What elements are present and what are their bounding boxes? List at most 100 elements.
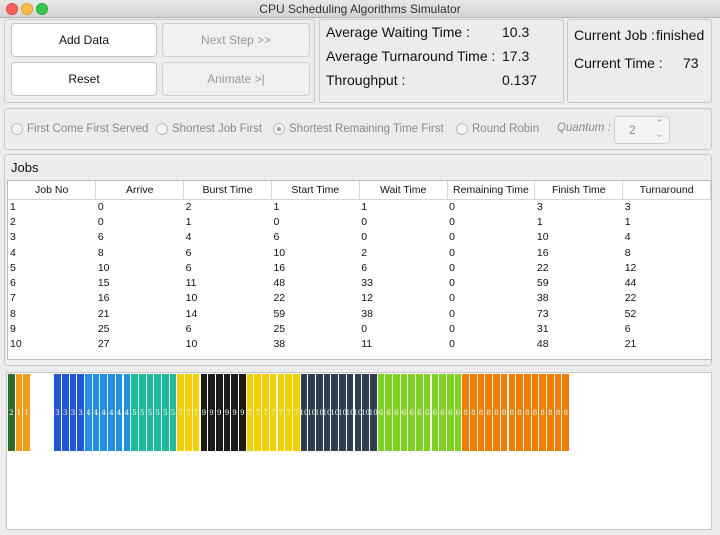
table-cell: 1 bbox=[361, 200, 368, 213]
table-cell: 4 bbox=[10, 246, 16, 259]
jobs-title: Jobs bbox=[11, 160, 39, 175]
quantum-increment-icon[interactable]: ⌃ bbox=[655, 118, 663, 129]
radio-srtf-label: Shortest Remaining Time First bbox=[289, 123, 444, 135]
animate-button[interactable]: Animate >| bbox=[162, 62, 310, 96]
quantum-decrement-icon[interactable]: ⌄ bbox=[655, 129, 663, 140]
table-row[interactable]: 4 8 6 10 2 0 16 8 bbox=[8, 245, 711, 260]
radio-sjf[interactable]: Shortest Job First bbox=[156, 122, 262, 136]
throughput-label: Throughput : bbox=[326, 72, 406, 88]
column-header[interactable]: Start Time bbox=[271, 181, 360, 200]
table-cell: 22 bbox=[536, 261, 549, 274]
column-header[interactable]: Arrive bbox=[95, 181, 185, 200]
gantt-slot-job-10: 10 bbox=[354, 374, 363, 451]
column-header[interactable]: Remaining Time bbox=[447, 181, 536, 200]
gantt-slot-job-4: 4 bbox=[92, 374, 101, 451]
gantt-slot-job-7: 7 bbox=[292, 374, 301, 451]
table-row[interactable]: 7 16 10 22 12 0 38 22 bbox=[8, 291, 711, 306]
gantt-slot-job-4: 4 bbox=[85, 374, 93, 451]
table-cell: 0 bbox=[449, 231, 455, 244]
table-cell: 52 bbox=[624, 307, 637, 320]
gantt-slot-job-1: 1 bbox=[23, 374, 32, 451]
table-row[interactable]: 3 6 4 6 0 0 10 4 bbox=[8, 230, 711, 245]
table-cell: 0 bbox=[449, 200, 455, 213]
table-cell: 59 bbox=[536, 277, 549, 290]
quantum-spinner[interactable]: 2 ⌃ ⌄ bbox=[614, 116, 670, 144]
table-cell: 27 bbox=[97, 338, 110, 351]
gantt-slot-job-3: 3 bbox=[69, 374, 78, 451]
table-cell: 38 bbox=[273, 338, 286, 351]
gantt-slot-job-10: 10 bbox=[300, 374, 309, 451]
gantt-slot-job-8: 8 bbox=[500, 374, 509, 451]
gantt-slot-job-10: 10 bbox=[369, 374, 378, 451]
table-row[interactable]: 2 0 1 0 0 0 1 1 bbox=[8, 214, 711, 229]
gantt-idle-slot bbox=[38, 374, 47, 451]
column-header[interactable]: Burst Time bbox=[183, 181, 272, 200]
table-cell: 6 bbox=[185, 323, 192, 336]
table-cell: 0 bbox=[449, 323, 455, 336]
column-header[interactable]: Turnaround bbox=[622, 181, 711, 200]
table-row[interactable]: 8 21 14 59 38 0 73 52 bbox=[8, 306, 711, 321]
reset-button[interactable]: Reset bbox=[11, 62, 157, 96]
table-cell: 0 bbox=[97, 215, 104, 228]
avg-turnaround-value: 17.3 bbox=[502, 48, 530, 64]
gantt-slot-job-6: 6 bbox=[408, 374, 417, 451]
table-cell: 6 bbox=[10, 277, 16, 290]
table-row[interactable]: 10 27 10 38 11 0 48 21 bbox=[8, 337, 711, 352]
table-cell: 31 bbox=[536, 323, 549, 336]
radio-fcfs[interactable]: First Come First Served bbox=[11, 122, 148, 136]
table-row[interactable]: 9 25 6 25 0 0 31 6 bbox=[8, 321, 711, 336]
gantt-slot-job-9: 9 bbox=[208, 374, 216, 451]
gantt-idle-slot bbox=[46, 374, 55, 451]
table-cell: 14 bbox=[185, 307, 198, 320]
gantt-slot-job-8: 8 bbox=[477, 374, 486, 451]
table-cell: 2 bbox=[361, 246, 368, 259]
radio-round-robin[interactable]: Round Robin bbox=[456, 122, 539, 136]
table-cell: 5 bbox=[10, 261, 16, 274]
radio-fcfs-indicator bbox=[11, 123, 23, 135]
gantt-slot-job-6: 6 bbox=[393, 374, 401, 451]
gantt-slot-job-5: 5 bbox=[146, 374, 155, 451]
table-row[interactable]: 6 15 11 48 33 0 59 44 bbox=[8, 275, 711, 290]
gantt-slot-job-8: 8 bbox=[516, 374, 524, 451]
gantt-slot-job-3: 3 bbox=[77, 374, 85, 451]
current-time-value: 73 bbox=[683, 55, 699, 71]
table-cell: 4 bbox=[624, 231, 631, 244]
window-title: CPU Scheduling Algorithms Simulator bbox=[259, 2, 461, 16]
gantt-idle-slot bbox=[31, 374, 39, 451]
column-header[interactable]: Wait Time bbox=[359, 181, 448, 200]
table-cell: 8 bbox=[10, 307, 16, 320]
gantt-slot-job-9: 9 bbox=[231, 374, 239, 451]
column-header[interactable]: Job No bbox=[8, 181, 97, 200]
gantt-slot-job-7: 7 bbox=[185, 374, 193, 451]
table-cell: 10 bbox=[10, 338, 22, 351]
table-cell: 0 bbox=[449, 246, 455, 259]
table-cell: 25 bbox=[97, 323, 110, 336]
table-cell: 0 bbox=[449, 215, 455, 228]
table-cell: 0 bbox=[273, 215, 280, 228]
jobs-table[interactable]: Job No Arrive Burst Time Start Time Wait Tim… bbox=[7, 180, 712, 360]
radio-srtf-indicator bbox=[273, 123, 285, 135]
table-cell: 38 bbox=[536, 292, 549, 305]
table-cell: 0 bbox=[97, 200, 104, 213]
column-header[interactable]: Finish Time bbox=[534, 181, 624, 200]
gantt-slot-job-6: 6 bbox=[400, 374, 409, 451]
table-cell: 21 bbox=[624, 338, 637, 351]
gantt-slot-job-6: 6 bbox=[446, 374, 455, 451]
gantt-slot-job-8: 8 bbox=[539, 374, 547, 451]
gantt-slot-job-7: 7 bbox=[254, 374, 263, 451]
table-cell: 21 bbox=[97, 307, 110, 320]
radio-round-robin-label: Round Robin bbox=[472, 123, 540, 135]
add-data-button[interactable]: Add Data bbox=[11, 23, 157, 57]
table-cell: 0 bbox=[449, 261, 455, 274]
table-row[interactable]: 1 0 2 1 1 0 3 3 bbox=[8, 199, 711, 214]
table-cell: 6 bbox=[185, 261, 192, 274]
gantt-slot-job-6: 6 bbox=[431, 374, 440, 451]
table-cell: 0 bbox=[361, 215, 368, 228]
next-step-button[interactable]: Next Step >> bbox=[162, 23, 310, 57]
table-row[interactable]: 5 10 6 16 6 0 22 12 bbox=[8, 260, 711, 275]
gantt-slot-job-10: 10 bbox=[316, 374, 324, 451]
radio-srtf[interactable]: Shortest Remaining Time First bbox=[273, 122, 444, 136]
radio-sjf-indicator bbox=[156, 123, 168, 135]
gantt-slot-job-8: 8 bbox=[547, 374, 555, 451]
gantt-slot-job-5: 5 bbox=[138, 374, 147, 451]
